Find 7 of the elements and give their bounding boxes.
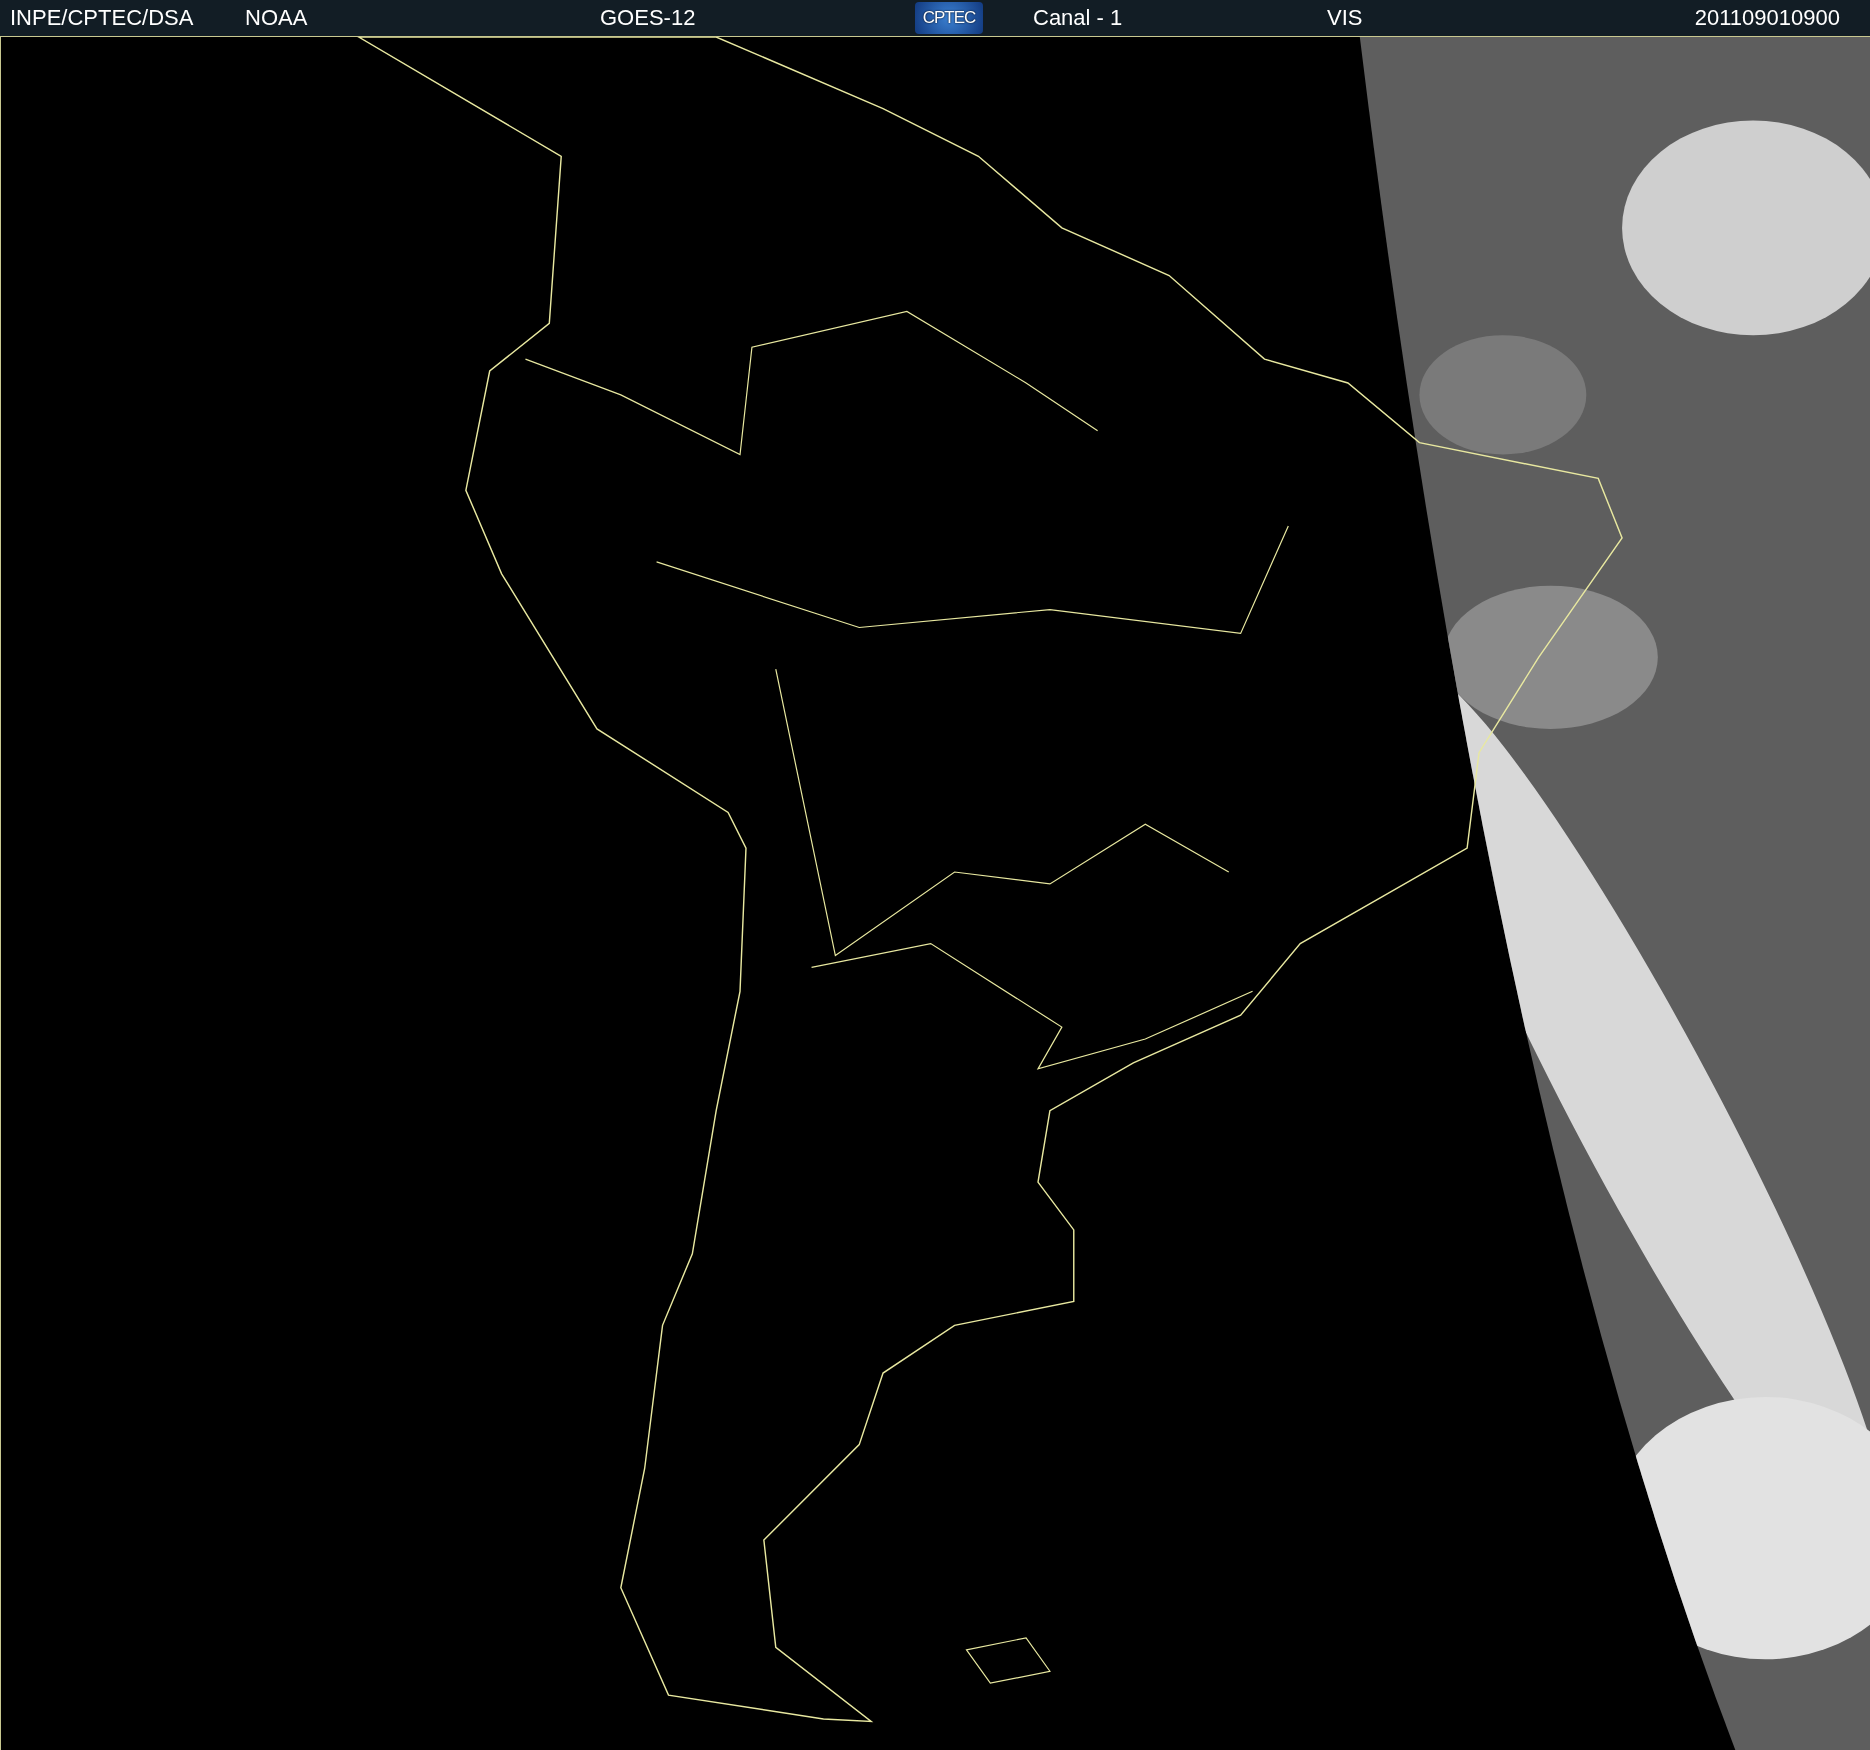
logo: CPTEC xyxy=(915,2,983,34)
satellite-label: GOES-12 xyxy=(599,5,696,31)
agency-label: NOAA xyxy=(244,5,308,31)
source-label: INPE/CPTEC/DSA xyxy=(9,5,194,31)
timestamp-label: 201109010900 xyxy=(1694,5,1841,31)
channel-label: Canal - 1 xyxy=(1032,5,1123,31)
band-label: VIS xyxy=(1326,5,1363,31)
